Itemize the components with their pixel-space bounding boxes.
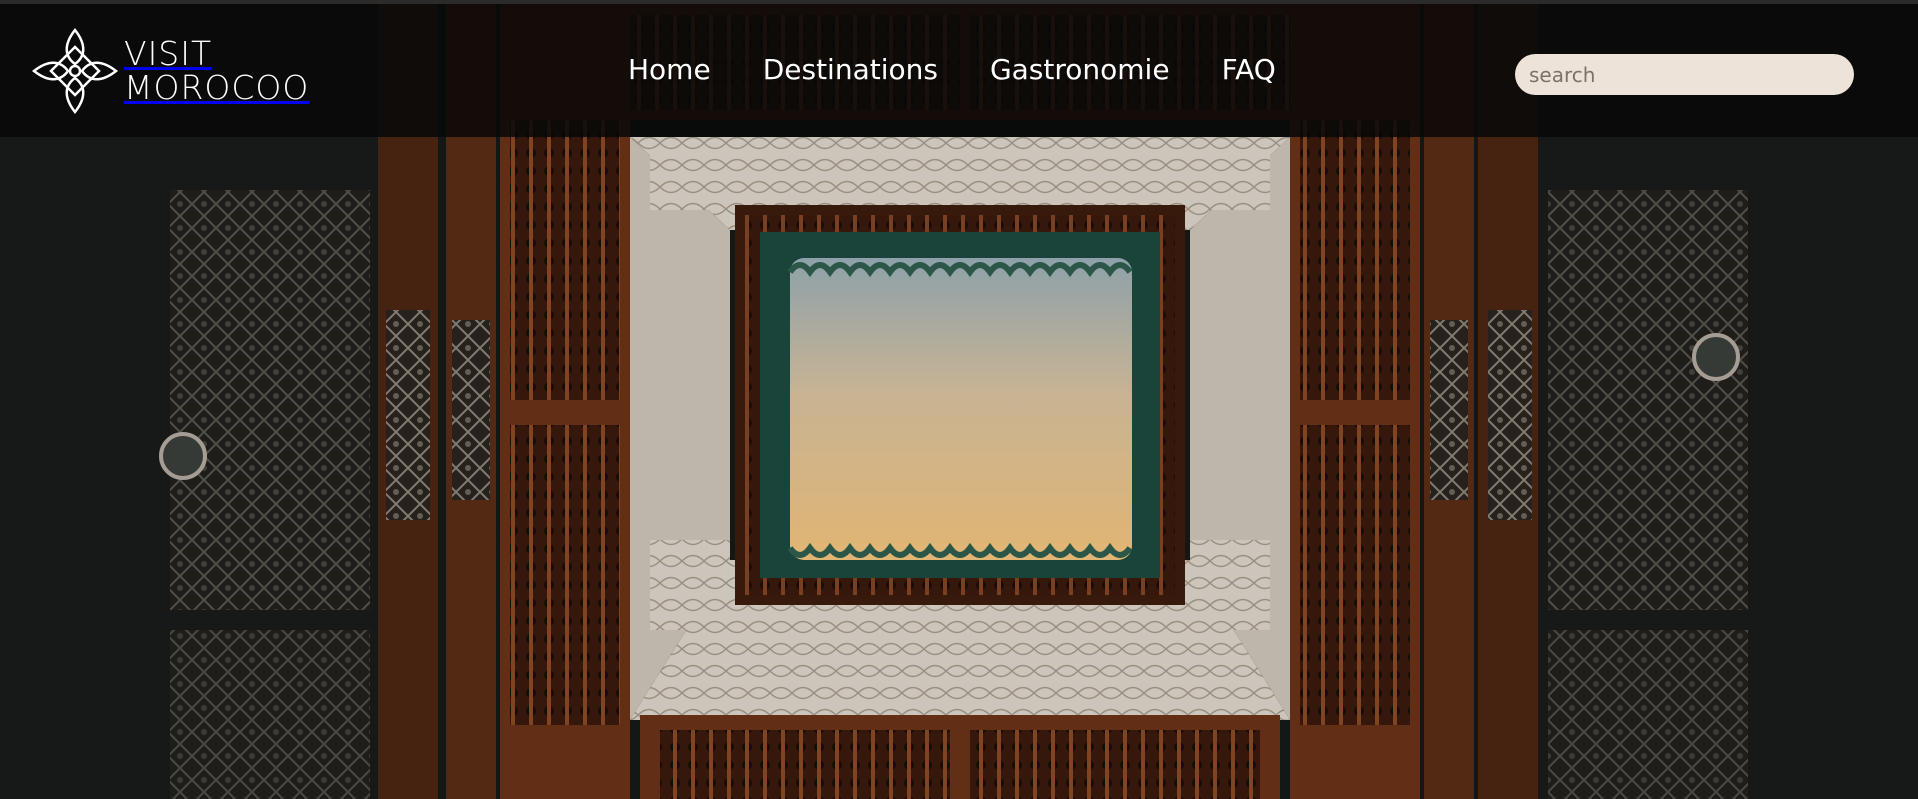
logo-link[interactable]: VISIT MOROCOO (30, 26, 309, 116)
nav-gastronomie[interactable]: Gastronomie (990, 52, 1170, 88)
ornamental-flower-icon (31, 27, 119, 115)
main-nav: Home Destinations Gastronomie FAQ (628, 52, 1276, 88)
site-header: VISIT MOROCOO Home Destinations Gastrono… (0, 4, 1918, 137)
nav-faq[interactable]: FAQ (1222, 52, 1276, 88)
logo-wordmark: VISIT MOROCOO (124, 37, 309, 105)
logo-line-visit: VISIT (124, 34, 213, 73)
nav-destinations[interactable]: Destinations (763, 52, 938, 88)
nav-home[interactable]: Home (628, 52, 711, 88)
search-input[interactable] (1515, 54, 1854, 95)
logo-line-morocoo: MOROCOO (124, 68, 310, 107)
